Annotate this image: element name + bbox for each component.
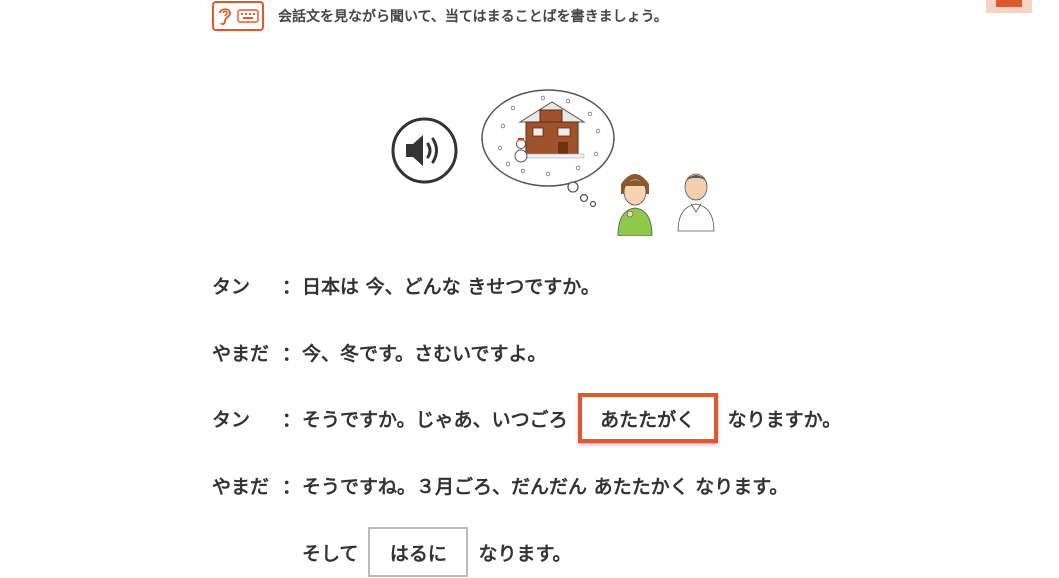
woman-icon xyxy=(617,174,653,236)
dialogue-line-4: やまだ ： そうですね。３月ごろ、だんだん あたたかく なります。 xyxy=(212,465,788,505)
ear-icon xyxy=(219,8,231,25)
man-icon xyxy=(677,173,715,232)
dialogue-text: 今、冬です。さむいですよ。 xyxy=(302,342,547,365)
dialogue-line-5: そして はるに なります。 xyxy=(302,527,572,577)
dialogue-text: なります。 xyxy=(478,542,572,565)
listen-type-icon xyxy=(212,1,264,31)
speaker-name: タン xyxy=(212,275,251,298)
colon: ： xyxy=(282,408,302,431)
dialogue-text: 日本は 今、どんな きせつですか。 xyxy=(302,275,600,298)
speaker-name: やまだ xyxy=(212,475,270,498)
menu-button[interactable] xyxy=(986,0,1032,13)
colon: ： xyxy=(282,342,302,365)
dialogue-text: そして xyxy=(302,542,359,565)
colon: ： xyxy=(282,275,302,298)
dialogue-line-3: タン ： そうですか。じゃあ、いつごろ あたたがく なりますか。 xyxy=(212,393,842,443)
dialogue-text: そうですね。３月ごろ、だんだん あたたかく なります。 xyxy=(302,475,789,498)
speaker-name: タン xyxy=(212,408,251,431)
keyboard-icon xyxy=(237,9,259,23)
dialogue-text: そうですか。じゃあ、いつごろ xyxy=(302,408,568,431)
instruction-text: 会話文を見ながら聞いて、当てはまることばを書きましょう。 xyxy=(278,9,668,25)
dialogue-line-2: やまだ ： 今、冬です。さむいですよ。 xyxy=(212,332,547,372)
answer-input-2[interactable]: はるに xyxy=(368,527,469,577)
colon: ： xyxy=(282,475,302,498)
speaker-icon[interactable] xyxy=(391,117,458,184)
dialogue-line-1: タン ： 日本は 今、どんな きせつですか。 xyxy=(212,265,600,305)
dialogue-text: なりますか。 xyxy=(727,408,842,431)
answer-input-1[interactable]: あたたがく xyxy=(577,393,718,443)
conversation-illustration xyxy=(481,89,715,236)
speaker-name: やまだ xyxy=(212,342,270,365)
